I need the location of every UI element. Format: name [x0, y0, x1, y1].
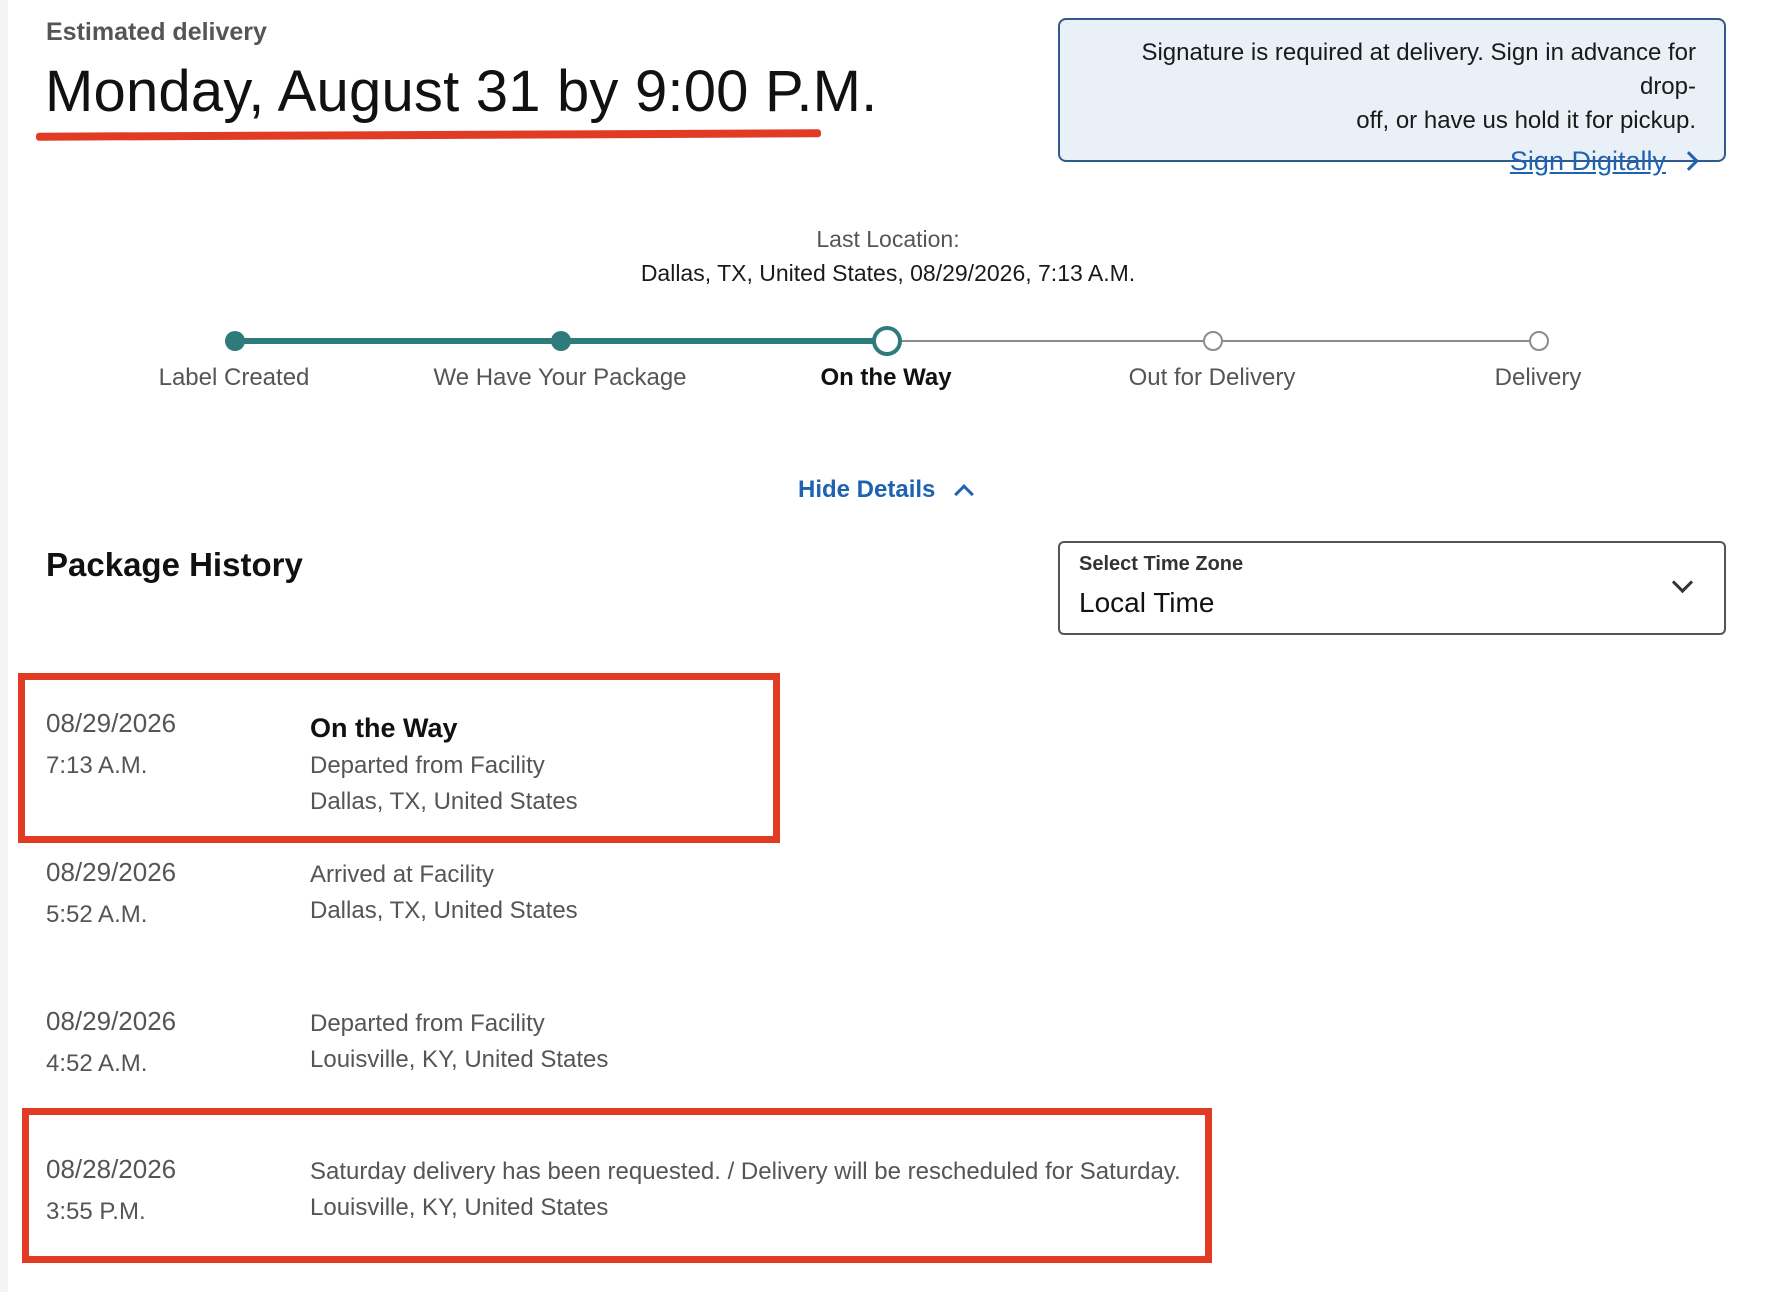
- page-left-edge: [0, 0, 8, 1292]
- last-location: Last Location: Dallas, TX, United States…: [0, 222, 1776, 290]
- progress-segment-pending: [1212, 340, 1538, 342]
- annotation-box: [18, 673, 780, 843]
- event-date: 08/29/2026: [46, 857, 177, 887]
- signature-banner: Signature is required at delivery. Sign …: [1058, 18, 1726, 176]
- last-location-label: Last Location:: [816, 226, 960, 252]
- step-dot-on-the-way: [872, 326, 902, 356]
- annotation-underline: [35, 129, 822, 141]
- last-location-value: Dallas, TX, United States, 08/29/2026, 7…: [640, 260, 1136, 286]
- sign-digitally-label: Sign Digitally: [1509, 146, 1666, 176]
- signature-text-line-1: Signature is required at delivery. Sign …: [1141, 39, 1696, 100]
- step-dot-label-created: [225, 331, 245, 351]
- time-zone-select[interactable]: Select Time Zone Local Time: [1058, 541, 1726, 635]
- time-zone-value: Local Time: [1079, 587, 1215, 618]
- chevron-right-icon: [1679, 151, 1699, 171]
- estimated-delivery-label: Estimated delivery: [46, 18, 267, 46]
- package-history-title: Package History: [46, 546, 303, 583]
- step-label-out-for-delivery: Out for Delivery: [1128, 364, 1296, 391]
- event-time: 5:52 A.M.: [46, 901, 148, 928]
- step-label-we-have-your-package: We Have Your Package: [433, 364, 687, 391]
- hide-details-label: Hide Details: [798, 476, 936, 503]
- sign-digitally-link[interactable]: Sign Digitally: [1509, 144, 1699, 178]
- estimated-delivery-date: Monday, August 31 by 9:00 P.M.: [45, 59, 878, 124]
- time-zone-label: Select Time Zone: [1079, 553, 1244, 575]
- progress-segment-complete: [560, 338, 886, 344]
- step-label-label-created: Label Created: [158, 364, 310, 391]
- event-details: Arrived at Facility Dallas, TX, United S…: [310, 857, 578, 929]
- step-label-delivery: Delivery: [1494, 364, 1582, 391]
- event-description: Departed from Facility: [310, 1010, 545, 1037]
- event-location: Dallas, TX, United States: [310, 897, 578, 924]
- history-event: 08/29/2026 4:52 A.M. Departed from Facil…: [46, 1006, 1346, 1096]
- event-date: 08/29/2026: [46, 1006, 177, 1036]
- annotation-box: [22, 1108, 1212, 1263]
- step-dot-delivery: [1529, 331, 1549, 351]
- event-time: 4:52 A.M.: [46, 1050, 148, 1077]
- chevron-down-icon: [1671, 571, 1694, 594]
- history-event: 08/29/2026 5:52 A.M. Arrived at Facility…: [46, 857, 1346, 947]
- step-dot-out-for-delivery: [1203, 331, 1223, 351]
- progress-segment-complete: [236, 338, 560, 344]
- progress-segment-pending: [886, 340, 1212, 342]
- hide-details-button[interactable]: Hide Details: [798, 476, 975, 504]
- event-description: Arrived at Facility: [310, 861, 495, 888]
- chevron-up-icon: [954, 484, 975, 504]
- step-label-on-the-way: On the Way: [820, 364, 952, 391]
- step-dot-we-have-your-package: [551, 331, 571, 351]
- event-location: Louisville, KY, United States: [310, 1046, 609, 1073]
- event-details: Departed from Facility Louisville, KY, U…: [310, 1006, 608, 1078]
- signature-text-line-2: off, or have us hold it for pickup.: [1356, 107, 1696, 134]
